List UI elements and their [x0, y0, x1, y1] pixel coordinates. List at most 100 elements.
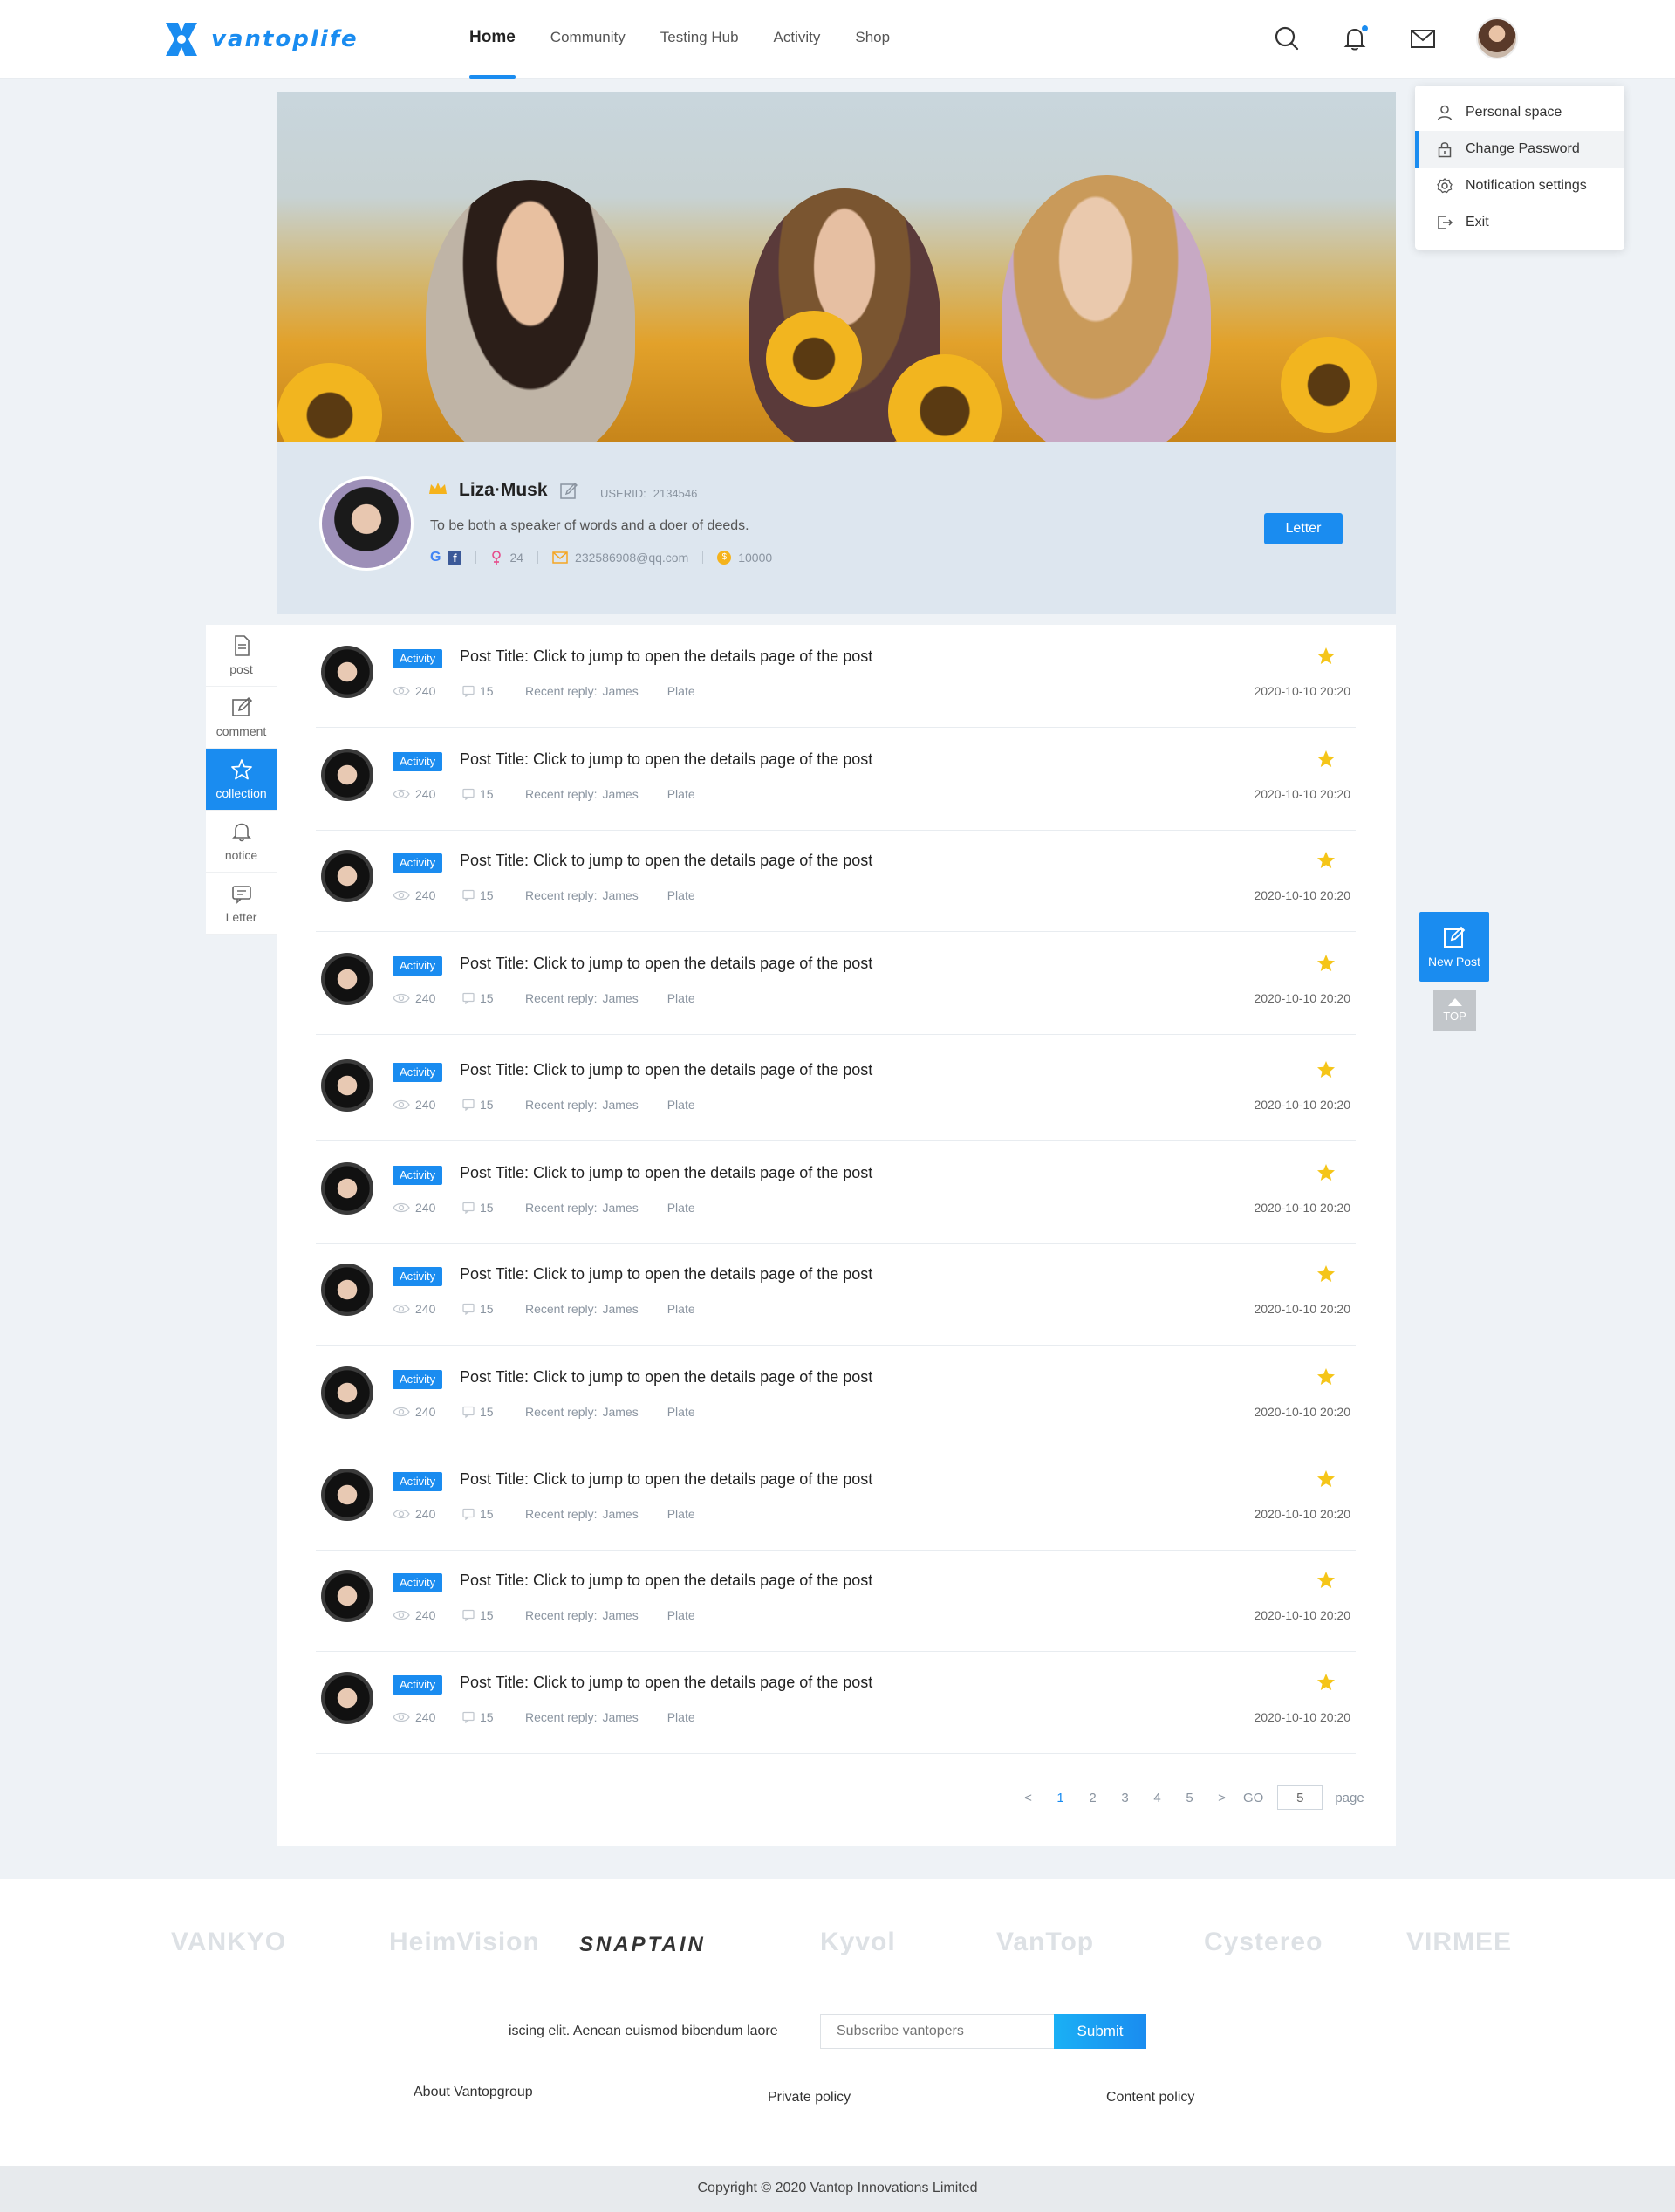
collected-star-icon[interactable]: [1316, 1264, 1337, 1284]
post-title-link[interactable]: Post Title: Click to jump to open the de…: [460, 1164, 872, 1182]
nav-shop[interactable]: Shop: [855, 0, 890, 79]
menu-personal-space[interactable]: Personal space: [1415, 94, 1624, 131]
profile-avatar[interactable]: [319, 476, 414, 571]
post-plate[interactable]: Plate: [667, 1405, 695, 1419]
post-item[interactable]: Activity Post Title: Click to jump to op…: [316, 625, 1356, 728]
brand-vantop-logo[interactable]: VanTop: [996, 1928, 1094, 1957]
post-plate[interactable]: Plate: [667, 1608, 695, 1622]
post-plate[interactable]: Plate: [667, 1201, 695, 1215]
post-title-link[interactable]: Post Title: Click to jump to open the de…: [460, 647, 872, 666]
footer-link-content-policy[interactable]: Content policy: [1106, 2090, 1194, 2106]
brand-snaptain-logo[interactable]: SNAPTAIN: [579, 1933, 706, 1957]
collected-star-icon[interactable]: [1316, 850, 1337, 871]
post-title-link[interactable]: Post Title: Click to jump to open the de…: [460, 852, 872, 870]
post-plate[interactable]: Plate: [667, 1302, 695, 1316]
menu-notification-settings[interactable]: Notification settings: [1415, 168, 1624, 204]
recent-reply-user[interactable]: James: [602, 684, 638, 698]
post-title-link[interactable]: Post Title: Click to jump to open the de…: [460, 1470, 872, 1489]
recent-reply-user[interactable]: James: [602, 1098, 638, 1112]
user-avatar[interactable]: [1476, 17, 1518, 59]
tab-letter[interactable]: Letter: [206, 873, 277, 935]
collected-star-icon[interactable]: [1316, 1672, 1337, 1693]
menu-exit[interactable]: Exit: [1415, 204, 1624, 241]
post-plate[interactable]: Plate: [667, 888, 695, 902]
new-post-button[interactable]: New Post: [1419, 912, 1489, 982]
recent-reply-user[interactable]: James: [602, 1608, 638, 1622]
brand-vankyo-logo[interactable]: VANKYO: [171, 1928, 286, 1957]
post-title-link[interactable]: Post Title: Click to jump to open the de…: [460, 1572, 872, 1590]
post-item[interactable]: Activity Post Title: Click to jump to op…: [316, 1346, 1356, 1448]
post-item[interactable]: Activity Post Title: Click to jump to op…: [316, 1549, 1356, 1652]
post-author-avatar[interactable]: [321, 953, 373, 1005]
post-plate[interactable]: Plate: [667, 787, 695, 801]
collected-star-icon[interactable]: [1316, 1162, 1337, 1183]
post-author-avatar[interactable]: [321, 1264, 373, 1316]
brand-kyvol-logo[interactable]: Kyvol: [820, 1928, 896, 1957]
search-icon[interactable]: [1272, 24, 1302, 53]
back-to-top-button[interactable]: TOP: [1433, 990, 1476, 1031]
collected-star-icon[interactable]: [1316, 1059, 1337, 1080]
tab-post[interactable]: post: [206, 625, 277, 687]
nav-home[interactable]: Home: [469, 0, 516, 79]
next-page-button[interactable]: >: [1206, 1791, 1238, 1805]
collected-star-icon[interactable]: [1316, 1366, 1337, 1387]
recent-reply-user[interactable]: James: [602, 787, 638, 801]
post-item[interactable]: Activity Post Title: Click to jump to op…: [316, 932, 1356, 1035]
recent-reply-user[interactable]: James: [602, 1405, 638, 1419]
post-author-avatar[interactable]: [321, 1469, 373, 1521]
post-title-link[interactable]: Post Title: Click to jump to open the de…: [460, 1265, 872, 1284]
tab-comment[interactable]: comment: [206, 687, 277, 749]
post-author-avatar[interactable]: [321, 646, 373, 698]
post-title-link[interactable]: Post Title: Click to jump to open the de…: [460, 1061, 872, 1079]
recent-reply-user[interactable]: James: [602, 991, 638, 1005]
post-item[interactable]: Activity Post Title: Click to jump to op…: [316, 1141, 1356, 1244]
page-5[interactable]: 5: [1173, 1791, 1206, 1805]
collected-star-icon[interactable]: [1316, 953, 1337, 974]
brand-heimvision-logo[interactable]: HeimVision: [389, 1928, 540, 1957]
post-author-avatar[interactable]: [321, 850, 373, 902]
notification-bell[interactable]: [1340, 24, 1370, 53]
google-icon[interactable]: G: [430, 550, 441, 565]
edit-profile-icon[interactable]: [559, 482, 578, 501]
collected-star-icon[interactable]: [1316, 749, 1337, 770]
post-author-avatar[interactable]: [321, 1162, 373, 1215]
post-title-link[interactable]: Post Title: Click to jump to open the de…: [460, 955, 872, 973]
post-title-link[interactable]: Post Title: Click to jump to open the de…: [460, 1674, 872, 1692]
nav-community[interactable]: Community: [550, 0, 626, 79]
mail-icon[interactable]: [1408, 24, 1438, 53]
post-plate[interactable]: Plate: [667, 1098, 695, 1112]
subscribe-submit-button[interactable]: Submit: [1054, 2014, 1146, 2049]
page-3[interactable]: 3: [1109, 1791, 1141, 1805]
post-item[interactable]: Activity Post Title: Click to jump to op…: [316, 1243, 1356, 1346]
tab-collection[interactable]: collection: [206, 749, 277, 811]
footer-link-about[interactable]: About Vantopgroup: [414, 2085, 533, 2100]
page-1[interactable]: 1: [1044, 1791, 1077, 1805]
recent-reply-user[interactable]: James: [602, 1710, 638, 1724]
post-item[interactable]: Activity Post Title: Click to jump to op…: [316, 728, 1356, 831]
nav-testing-hub[interactable]: Testing Hub: [660, 0, 739, 79]
recent-reply-user[interactable]: James: [602, 1302, 638, 1316]
facebook-icon[interactable]: f: [448, 551, 462, 565]
recent-reply-user[interactable]: James: [602, 1507, 638, 1521]
post-author-avatar[interactable]: [321, 1672, 373, 1724]
footer-link-private-policy[interactable]: Private policy: [768, 2090, 851, 2106]
page-4[interactable]: 4: [1141, 1791, 1173, 1805]
post-plate[interactable]: Plate: [667, 1710, 695, 1724]
page-2[interactable]: 2: [1077, 1791, 1109, 1805]
recent-reply-user[interactable]: James: [602, 1201, 638, 1215]
post-plate[interactable]: Plate: [667, 991, 695, 1005]
prev-page-button[interactable]: <: [1012, 1791, 1044, 1805]
page-number-input[interactable]: [1277, 1785, 1323, 1810]
tab-notice[interactable]: notice: [206, 811, 277, 873]
post-plate[interactable]: Plate: [667, 1507, 695, 1521]
post-author-avatar[interactable]: [321, 1570, 373, 1622]
post-author-avatar[interactable]: [321, 749, 373, 801]
post-item[interactable]: Activity Post Title: Click to jump to op…: [316, 829, 1356, 932]
brand-cystereo-logo[interactable]: Cystereo: [1204, 1928, 1323, 1957]
menu-change-password[interactable]: Change Password: [1415, 131, 1624, 168]
nav-activity[interactable]: Activity: [774, 0, 821, 79]
post-item[interactable]: Activity Post Title: Click to jump to op…: [316, 1651, 1356, 1754]
post-author-avatar[interactable]: [321, 1366, 373, 1419]
post-item[interactable]: Activity Post Title: Click to jump to op…: [316, 1448, 1356, 1551]
collected-star-icon[interactable]: [1316, 646, 1337, 667]
